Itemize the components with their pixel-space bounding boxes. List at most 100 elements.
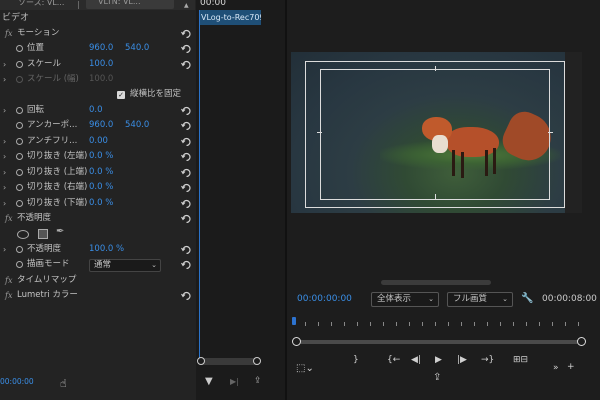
twirl-chevron-icon[interactable]: › [3,180,6,196]
twirl-chevron-icon[interactable]: › [3,134,6,150]
mark-out-button[interactable]: } [353,355,359,365]
property-value[interactable]: 100.0 [89,57,113,73]
twirl-chevron-icon[interactable]: › [3,149,6,165]
blend-mode-dropdown[interactable]: 通常 ⌄ [89,259,161,272]
step-back-button[interactable]: ◀| [411,355,421,365]
bottom-timecode[interactable]: 00:00:00 [0,377,34,386]
property-value[interactable]: 100.0 [89,72,113,88]
fx-icon[interactable]: fx [5,288,12,304]
fx-icon[interactable]: fx [5,211,12,227]
property-value[interactable]: 0.0 % [89,180,113,196]
effect-row[interactable]: › スケール 100.0 [0,57,196,73]
reset-icon[interactable] [181,29,192,38]
playhead-line[interactable] [199,10,200,360]
compare-button[interactable]: ⊞⊟ [513,355,528,365]
effect-row[interactable]: › 切り抜き (上端) 0.0 % [0,165,196,181]
scroll-handle-left[interactable] [197,357,205,365]
fx-icon[interactable]: fx [5,26,12,42]
effect-row[interactable]: › 切り抜き (左端) 0.0 % [0,149,196,165]
more-buttons[interactable]: » [553,363,559,373]
stopwatch-icon[interactable] [16,200,23,207]
zoom-scrollbar[interactable] [294,340,584,344]
effect-row[interactable]: アンカーポ... 960.0 540.0 [0,118,196,134]
go-to-in-button[interactable]: {← [387,355,400,365]
effect-row[interactable]: › 切り抜き (右端) 0.0 % [0,180,196,196]
stopwatch-icon[interactable] [16,107,23,114]
playhead-marker[interactable] [292,317,296,325]
button-editor[interactable]: + [567,362,575,372]
twirl-chevron-icon[interactable]: › [3,72,6,88]
stopwatch-icon[interactable] [16,61,23,68]
reset-icon[interactable] [181,60,192,69]
quality-dropdown[interactable]: フル画質 ⌄ [447,292,513,307]
reset-icon[interactable] [181,121,192,130]
ellipse-mask-icon[interactable] [17,230,29,239]
fx-icon[interactable]: fx [5,273,12,289]
safe-margins-icon[interactable]: ⬚⌄ [296,363,314,374]
stopwatch-icon[interactable] [16,122,23,129]
twirl-chevron-icon[interactable]: › [3,103,6,119]
property-value[interactable]: 0.0 % [89,149,113,165]
effect-row[interactable]: › 切り抜き (下端) 0.0 % [0,196,196,212]
stopwatch-icon[interactable] [16,153,23,160]
stopwatch-icon[interactable] [16,261,23,268]
step-forward-button[interactable]: |▶ [457,355,467,365]
reset-icon[interactable] [181,245,192,254]
reset-icon[interactable] [181,152,192,161]
property-value[interactable]: 0.0 [89,103,103,119]
aspect-lock-checkbox[interactable]: ✓ [117,91,125,99]
timeline-clip[interactable]: VLog-to-Rec709 [199,10,261,25]
filter-icon[interactable]: ▼ [205,376,213,387]
reset-icon[interactable] [181,44,192,53]
zoom-handle-right[interactable] [577,337,586,346]
effect-row[interactable]: fx モーション [0,26,196,42]
reset-icon[interactable] [181,183,192,192]
effect-row[interactable]: › スケール (幅) 100.0 [0,72,196,88]
reset-icon[interactable] [181,199,192,208]
fit-dropdown[interactable]: 全体表示 ⌄ [371,292,439,307]
effect-timeline[interactable] [196,0,285,400]
effect-row[interactable]: fx Lumetri カラー [0,288,196,304]
zoom-handle-left[interactable] [292,337,301,346]
scroll-handle-right[interactable] [253,357,261,365]
property-value[interactable]: 960.0 [89,41,113,57]
effect-row[interactable]: fx タイムリマップ [0,273,196,289]
twirl-chevron-icon[interactable]: › [3,196,6,212]
property-value-y[interactable]: 540.0 [125,118,149,134]
twirl-chevron-icon[interactable]: › [3,165,6,181]
property-value[interactable]: 100.0 % [89,242,124,258]
property-value[interactable]: 960.0 [89,118,113,134]
property-value-y[interactable]: 540.0 [125,41,149,57]
export-icon[interactable]: ⇪ [254,376,262,386]
monitor-scrollbar[interactable] [381,280,491,285]
tab-source[interactable]: ソース: VL... [18,0,76,9]
effect-row[interactable]: › 回転 0.0 [0,103,196,119]
current-timecode[interactable]: 00:00:00:00 [297,294,352,304]
reset-icon[interactable] [181,106,192,115]
stopwatch-icon[interactable] [16,45,23,52]
stopwatch-icon[interactable] [16,76,23,83]
property-value[interactable]: 0.0 % [89,165,113,181]
stopwatch-icon[interactable] [16,246,23,253]
reset-icon[interactable] [181,260,192,269]
play-button[interactable]: ▶ [435,355,442,365]
play-audio-icon[interactable]: ▶| [230,377,239,386]
reset-icon[interactable] [181,137,192,146]
property-value[interactable]: 0.00 [89,134,108,150]
go-to-out-button[interactable]: →} [481,355,494,365]
pen-mask-icon[interactable]: ✒ [56,226,64,237]
effect-row[interactable]: 位置 960.0 540.0 [0,41,196,57]
effect-row[interactable]: › アンチフリ... 0.00 [0,134,196,150]
effect-row[interactable]: › 不透明度 100.0 % [0,242,196,258]
stopwatch-icon[interactable] [16,169,23,176]
timeline-scrollbar[interactable] [199,358,259,365]
twirl-chevron-icon[interactable]: › [3,242,6,258]
effect-row[interactable]: ✓ 縦横比を固定 [0,87,196,103]
reset-icon[interactable] [181,291,192,300]
rectangle-mask-icon[interactable] [38,229,48,239]
export-frame-button[interactable]: ⇪ [433,372,441,383]
effect-row[interactable]: fx 不透明度 [0,211,196,227]
stopwatch-icon[interactable] [16,184,23,191]
collapse-caret-icon[interactable]: ▲ [184,2,189,9]
property-value[interactable]: 0.0 % [89,196,113,212]
